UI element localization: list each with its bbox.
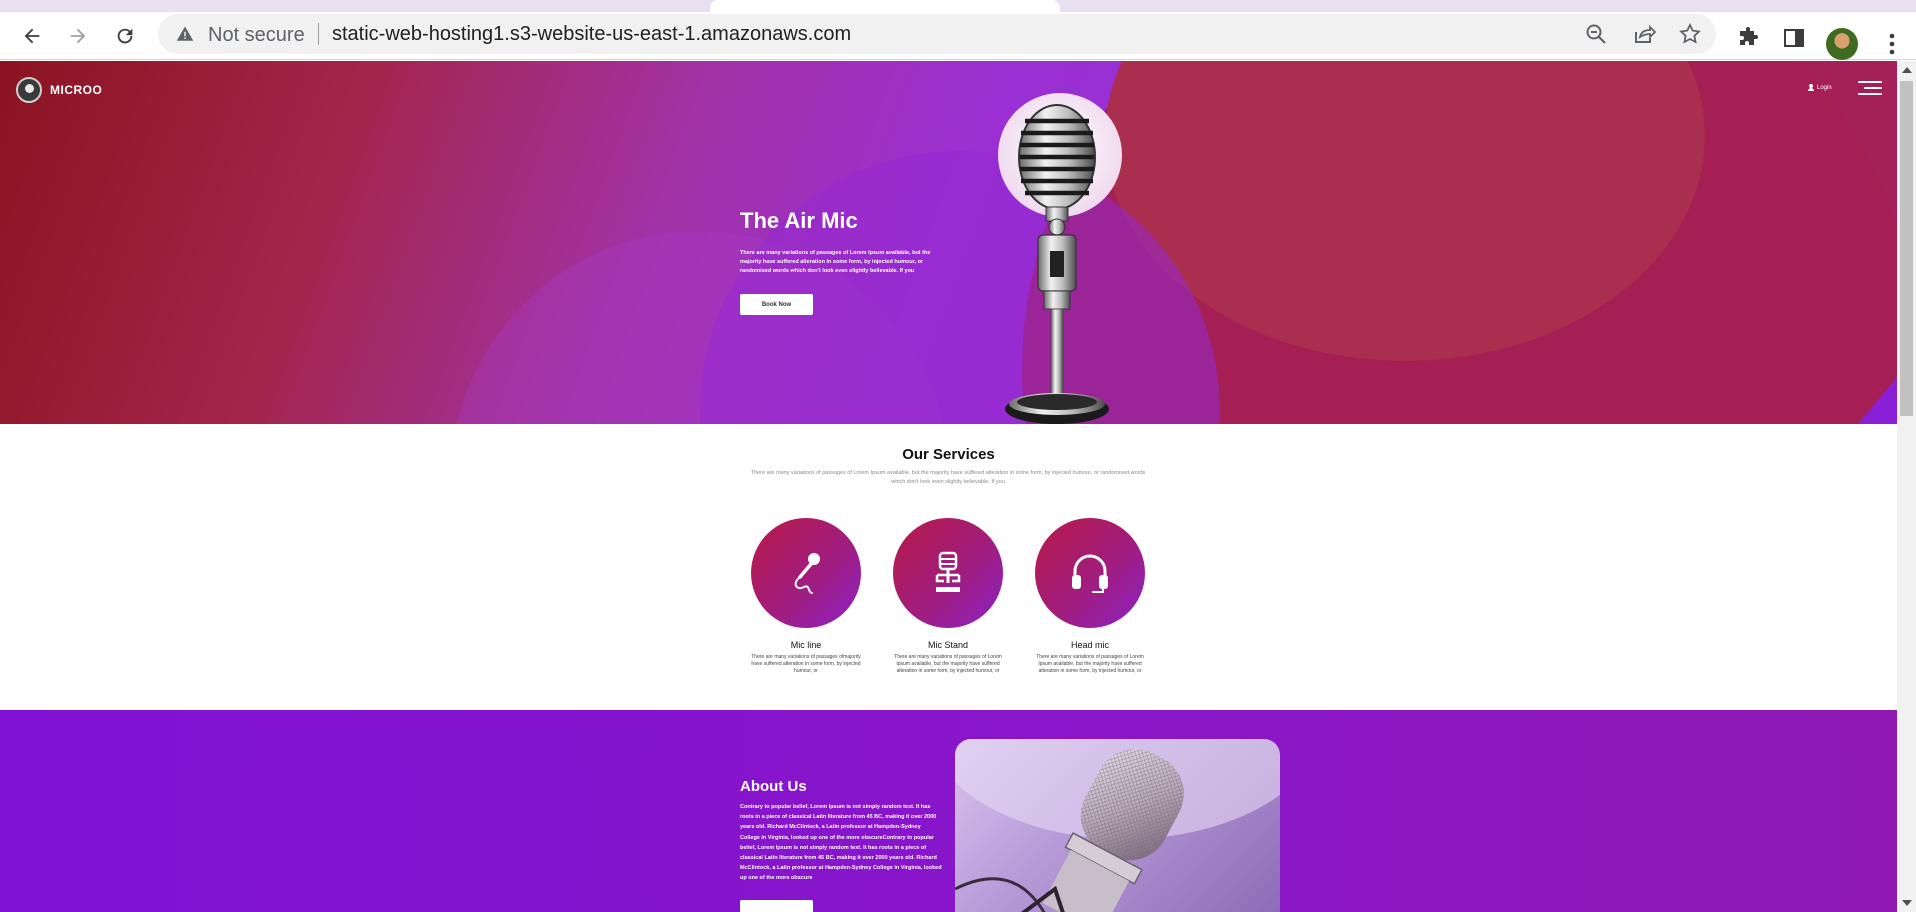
scroll-up-arrow-icon[interactable] — [1902, 67, 1912, 73]
studio-microphone-image — [955, 739, 1280, 912]
address-bar[interactable]: Not secure static-web-hosting1.s3-websit… — [158, 14, 1716, 54]
login-label: Login — [1817, 84, 1832, 91]
browser-toolbar: Not secure static-web-hosting1.s3-websit… — [0, 12, 1916, 60]
url-text[interactable]: static-web-hosting1.s3-website-us-east-1… — [332, 23, 851, 46]
decorative-corner — [1858, 376, 1897, 424]
about-title: About Us — [740, 778, 807, 795]
reload-button[interactable] — [109, 20, 141, 52]
site-logo[interactable]: MICROO — [16, 77, 102, 103]
services-description: There are many variations of passages of… — [750, 470, 1146, 485]
page-viewport: MICROO Login The Air Mic There are many … — [0, 61, 1897, 912]
service-card[interactable]: Mic Stand There are many variations of p… — [883, 518, 1013, 675]
tab-strip — [0, 0, 1916, 12]
read-more-button[interactable] — [740, 900, 813, 912]
mic-stand-icon — [935, 551, 961, 592]
service-name: Mic line — [790, 640, 822, 650]
headphones-icon — [1072, 554, 1108, 593]
service-name: Mic Stand — [927, 640, 969, 650]
side-panel-icon[interactable] — [1782, 26, 1806, 50]
share-icon[interactable] — [1632, 22, 1656, 46]
service-card[interactable]: Mic line There are many variations of pa… — [741, 518, 871, 675]
user-icon — [1808, 84, 1814, 91]
microphone-image — [998, 93, 1122, 424]
service-description: There are many variations of passages of… — [751, 654, 861, 674]
service-card[interactable]: Head mic There are many variations of pa… — [1025, 518, 1155, 675]
extensions-icon[interactable] — [1736, 26, 1760, 50]
hero-description: There are many variations of passages of… — [740, 250, 931, 274]
login-link[interactable]: Login — [1808, 84, 1832, 91]
warning-icon — [176, 26, 194, 41]
back-button[interactable] — [16, 20, 48, 52]
zoom-icon[interactable] — [1584, 22, 1608, 46]
active-tab[interactable] — [710, 0, 1060, 12]
services-section: Our Services There are many variations o… — [0, 424, 1897, 710]
hero-section: MICROO Login The Air Mic There are many … — [0, 61, 1897, 424]
forward-button[interactable] — [62, 20, 94, 52]
arrow-left-icon — [24, 28, 40, 44]
more-options-icon[interactable] — [1880, 28, 1904, 60]
vertical-scrollbar[interactable] — [1897, 61, 1916, 912]
not-secure-label[interactable]: Not secure — [208, 24, 305, 47]
service-description: There are many variations of passages of… — [894, 654, 1002, 674]
profile-avatar[interactable] — [1826, 28, 1858, 60]
hero-title: The Air Mic — [740, 208, 858, 233]
microphone-photo — [955, 739, 1280, 912]
service-name: Head mic — [1070, 640, 1109, 650]
about-section: About Us Contrary to popular belief, Lor… — [0, 710, 1897, 912]
logo-icon — [16, 77, 42, 103]
service-icon-circle — [1035, 518, 1145, 628]
about-text: Contrary to popular belief, Lorem Ipsum … — [740, 804, 942, 882]
logo-text: MICROO — [50, 83, 103, 97]
service-icon-circle — [893, 518, 1003, 628]
book-now-button[interactable]: Book Now — [740, 294, 813, 315]
microphone-cable-icon — [794, 553, 820, 594]
scroll-down-arrow-icon[interactable] — [1902, 900, 1912, 906]
divider — [318, 23, 319, 45]
hamburger-menu-icon[interactable] — [1858, 81, 1882, 95]
star-icon[interactable] — [1678, 22, 1702, 46]
service-description: There are many variations of passages of… — [1036, 654, 1144, 674]
reload-icon — [117, 28, 133, 44]
scrollbar-thumb[interactable] — [1900, 81, 1913, 416]
services-title: Our Services — [902, 446, 995, 463]
arrow-right-icon — [70, 28, 86, 44]
service-icon-circle — [751, 518, 861, 628]
